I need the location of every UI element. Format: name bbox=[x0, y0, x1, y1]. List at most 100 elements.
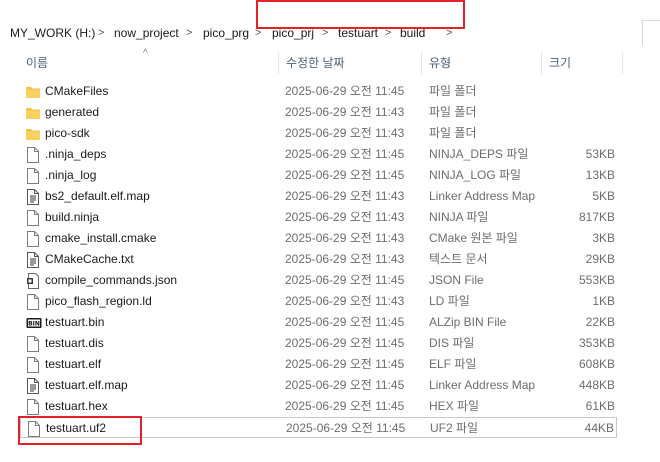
file-modified: 2025-06-29 오전 11:43 bbox=[285, 231, 405, 245]
file-type: JSON File bbox=[429, 273, 484, 287]
file-size: 44KB bbox=[584, 421, 614, 435]
file-modified: 2025-06-29 오전 11:43 bbox=[285, 294, 405, 308]
file-icon bbox=[26, 231, 40, 247]
file-modified: 2025-06-29 오전 11:45 bbox=[285, 336, 405, 350]
file-size: 29KB bbox=[585, 252, 615, 266]
file-size: 53KB bbox=[585, 147, 615, 161]
file-size: 817KB bbox=[578, 210, 615, 224]
file-row[interactable]: testuart.hex 2025-06-29 오전 11:45 HEX 파일 61K… bbox=[20, 396, 617, 417]
file-name: pico-sdk bbox=[45, 126, 90, 140]
column-divider[interactable] bbox=[421, 52, 422, 74]
file-row[interactable]: build.ninja 2025-06-29 오전 11:43 NINJA 파일 81… bbox=[20, 207, 617, 228]
file-icon bbox=[26, 336, 40, 352]
file-name: compile_commands.json bbox=[45, 273, 178, 287]
column-name[interactable]: 이름 bbox=[26, 50, 48, 76]
file-icon bbox=[26, 294, 40, 310]
text-file-icon bbox=[26, 189, 40, 205]
file-name: cmake_install.cmake bbox=[45, 231, 157, 245]
file-size: 13KB bbox=[585, 168, 615, 182]
file-type: NINJA_DEPS 파일 bbox=[429, 147, 529, 161]
file-row[interactable]: bs2_default.elf.map 2025-06-29 오전 11:43 Li… bbox=[20, 186, 617, 207]
file-name: generated bbox=[45, 105, 100, 119]
file-name: testuart.hex bbox=[45, 399, 108, 413]
file-size: 448KB bbox=[578, 378, 615, 392]
svg-text:BIN: BIN bbox=[28, 321, 40, 328]
file-row[interactable]: testuart.elf.map 2025-06-29 오전 11:45 Linke… bbox=[20, 375, 617, 396]
file-type: 텍스트 문서 bbox=[429, 252, 488, 266]
file-modified: 2025-06-29 오전 11:45 bbox=[285, 273, 405, 287]
file-type: 파일 폴더 bbox=[429, 126, 477, 140]
file-modified: 2025-06-29 오전 11:43 bbox=[285, 189, 405, 203]
file-name: pico_flash_region.ld bbox=[45, 294, 152, 308]
breadcrumb-drive[interactable]: MY_WORK (H:) bbox=[10, 24, 95, 42]
file-icon bbox=[26, 399, 40, 415]
column-size[interactable]: 크기 bbox=[549, 50, 571, 76]
file-type: CMake 원본 파일 bbox=[429, 231, 518, 245]
file-row[interactable]: CMakeCache.txt 2025-06-29 오전 11:43 텍스트 문서 2… bbox=[20, 249, 617, 270]
chevron-right-icon[interactable]: > bbox=[98, 24, 104, 42]
folder-icon bbox=[26, 105, 40, 121]
column-divider[interactable] bbox=[541, 52, 542, 74]
file-name: CMakeFiles bbox=[45, 84, 109, 98]
file-row[interactable]: pico_flash_region.ld 2025-06-29 오전 11:43 L… bbox=[20, 291, 617, 312]
file-type: NINJA_LOG 파일 bbox=[429, 168, 522, 182]
file-row[interactable]: testuart.dis 2025-06-29 오전 11:45 DIS 파일 353… bbox=[20, 333, 617, 354]
file-row[interactable]: testuart.elf 2025-06-29 오전 11:45 ELF 파일 608… bbox=[20, 354, 617, 375]
file-type: Linker Address Map bbox=[429, 189, 536, 203]
file-row[interactable]: CMakeFiles 2025-06-29 오전 11:45 파일 폴더 bbox=[20, 81, 617, 102]
file-type: UF2 파일 bbox=[430, 421, 479, 435]
file-row[interactable]: generated 2025-06-29 오전 11:43 파일 폴더 bbox=[20, 102, 617, 123]
file-type: DIS 파일 bbox=[429, 336, 475, 350]
file-row[interactable]: cmake_install.cmake 2025-06-29 오전 11:43 CM… bbox=[20, 228, 617, 249]
file-highlight-box bbox=[18, 416, 142, 445]
file-size: 608KB bbox=[578, 357, 615, 371]
column-divider[interactable] bbox=[622, 52, 623, 74]
file-modified: 2025-06-29 오전 11:45 bbox=[285, 357, 405, 371]
column-divider[interactable] bbox=[278, 52, 279, 74]
file-name: testuart.elf.map bbox=[45, 378, 128, 392]
chevron-right-icon[interactable]: > bbox=[186, 24, 192, 42]
file-type: ELF 파일 bbox=[429, 357, 477, 371]
folder-icon bbox=[26, 126, 40, 142]
file-name: testuart.bin bbox=[45, 315, 105, 329]
column-type[interactable]: 유형 bbox=[429, 50, 451, 76]
breadcrumb-highlight-box bbox=[256, 0, 465, 29]
file-size: 1KB bbox=[592, 294, 615, 308]
file-icon bbox=[26, 168, 40, 184]
file-name: build.ninja bbox=[45, 210, 100, 224]
file-modified: 2025-06-29 오전 11:45 bbox=[285, 378, 405, 392]
json-file-icon bbox=[26, 273, 40, 289]
file-row[interactable]: BIN testuart.bin 2025-06-29 오전 11:45 ALZip … bbox=[20, 312, 617, 333]
bin-file-icon: BIN bbox=[26, 315, 42, 331]
file-modified: 2025-06-29 오전 11:43 bbox=[285, 210, 405, 224]
breadcrumb-now-project[interactable]: now_project bbox=[114, 24, 179, 42]
file-type: 파일 폴더 bbox=[429, 105, 477, 119]
file-size: 22KB bbox=[585, 315, 615, 329]
file-type: LD 파일 bbox=[429, 294, 470, 308]
file-size: 61KB bbox=[585, 399, 615, 413]
file-modified: 2025-06-29 오전 11:43 bbox=[285, 105, 405, 119]
file-type: ALZip BIN File bbox=[429, 315, 507, 329]
file-size: 5KB bbox=[592, 189, 615, 203]
file-type: Linker Address Map bbox=[429, 378, 536, 392]
file-size: 353KB bbox=[578, 336, 615, 350]
file-modified: 2025-06-29 오전 11:45 bbox=[286, 421, 406, 435]
file-type: HEX 파일 bbox=[429, 399, 480, 413]
file-name: .ninja_deps bbox=[45, 147, 107, 161]
file-name: CMakeCache.txt bbox=[45, 252, 134, 266]
text-file-icon bbox=[26, 252, 40, 268]
text-file-icon bbox=[26, 378, 40, 394]
file-row[interactable]: compile_commands.json 2025-06-29 오전 11:45… bbox=[20, 270, 617, 291]
file-modified: 2025-06-29 오전 11:43 bbox=[285, 252, 405, 266]
column-modified[interactable]: 수정한 날짜 bbox=[286, 50, 345, 76]
file-type: NINJA 파일 bbox=[429, 210, 489, 224]
file-name: testuart.elf bbox=[45, 357, 102, 371]
breadcrumb-pico-prg[interactable]: pico_prg bbox=[203, 24, 249, 42]
file-row[interactable]: pico-sdk 2025-06-29 오전 11:43 파일 폴더 bbox=[20, 123, 617, 144]
file-row[interactable]: .ninja_deps 2025-06-29 오전 11:45 NINJA_DEPS… bbox=[20, 144, 617, 165]
file-modified: 2025-06-29 오전 11:43 bbox=[285, 126, 405, 140]
file-row[interactable]: .ninja_log 2025-06-29 오전 11:45 NINJA_LOG 파… bbox=[20, 165, 617, 186]
file-name: testuart.dis bbox=[45, 336, 104, 350]
folder-icon bbox=[26, 84, 40, 100]
file-name: bs2_default.elf.map bbox=[45, 189, 150, 203]
